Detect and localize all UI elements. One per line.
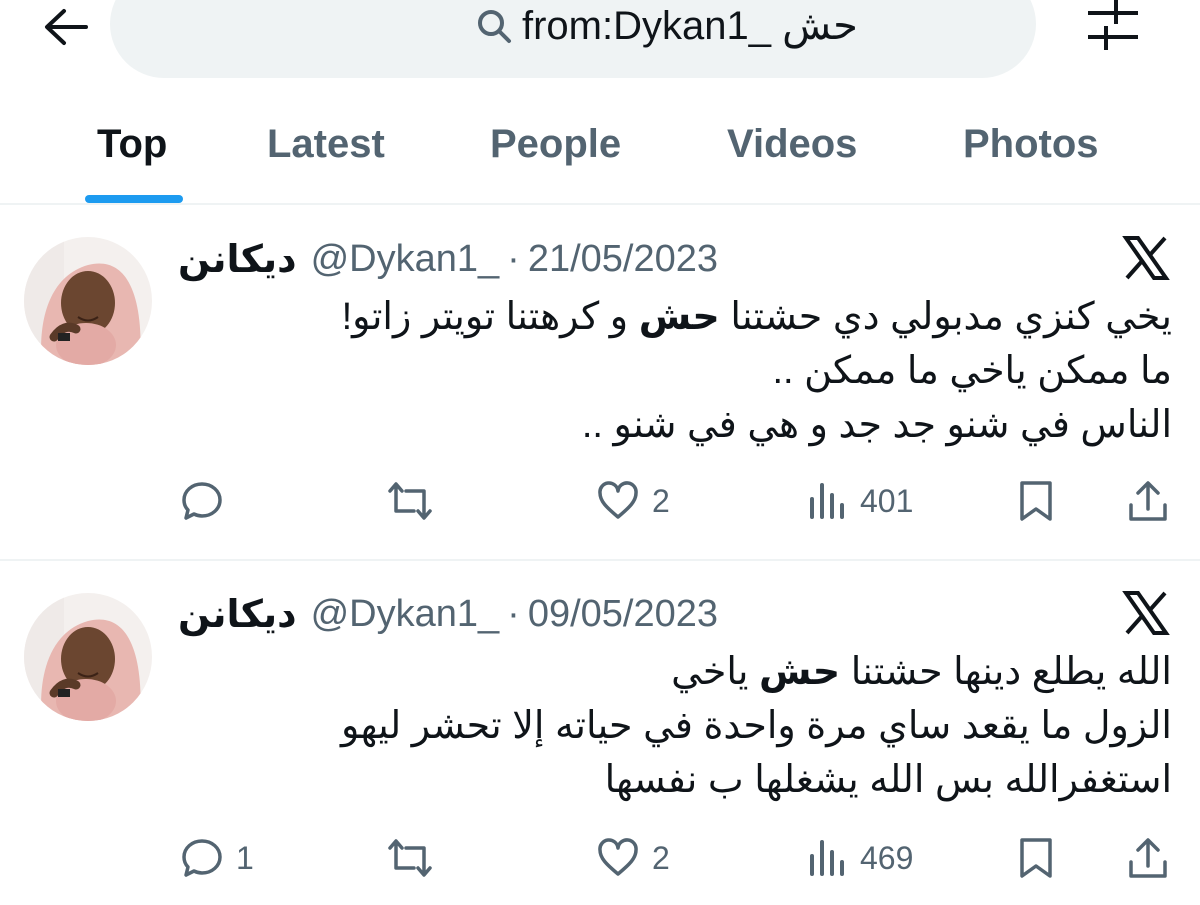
sliders-icon [1084,0,1142,50]
tweet-date[interactable]: 21/05/2023 [528,238,718,281]
bookmark-button[interactable] [1016,833,1056,883]
like-count: 2 [652,482,670,519]
tweet-text-line: استغفرالله بس الله يشغلها ب نفسها [604,759,1172,801]
retweet-button[interactable] [386,476,446,526]
like-icon [596,836,640,880]
retweet-icon [386,479,434,523]
tab-photos[interactable]: Photos [963,122,1099,167]
views-button[interactable]: 469 [808,833,913,883]
share-button[interactable] [1126,833,1170,883]
search-filter-button[interactable] [1084,0,1142,50]
tweet-date[interactable]: 09/05/2023 [528,593,718,636]
views-count: 469 [860,839,914,876]
like-button[interactable]: 2 [596,476,670,526]
tweet-text-line: يخي كنزي مدبولي دي حشتنا حش و كرهتنا توي… [341,296,1172,338]
search-query-text[interactable]: from:Dykan1_ حش [522,3,858,49]
share-button[interactable] [1126,476,1170,526]
tweet-card[interactable]: ديكانن @Dykan1_ · 09/05/2023 الله يطلع د… [0,561,1200,905]
like-count: 2 [652,839,670,876]
reply-icon [180,479,224,523]
search-tabs: Top Latest People Videos Photos [0,100,1200,204]
reply-button[interactable]: 1 [180,833,254,883]
reply-button[interactable] [180,476,236,526]
tweet-text: الله يطلع دينها حشتنا حش ياخي الزول ما ي… [172,645,1172,807]
retweet-button[interactable] [386,833,446,883]
active-tab-indicator [85,195,183,203]
avatar[interactable] [24,593,152,721]
tab-latest[interactable]: Latest [267,122,385,167]
display-name[interactable]: ديكانن [178,237,297,282]
tweet-header: ديكانن @Dykan1_ · 09/05/2023 [178,589,718,639]
user-handle[interactable]: @Dykan1_ [311,238,500,281]
search-icon [476,6,516,46]
x-logo-icon[interactable] [1122,589,1170,637]
tweet-header: ديكانن @Dykan1_ · 21/05/2023 [178,234,718,284]
user-handle[interactable]: @Dykan1_ [311,593,500,636]
bookmark-icon [1016,836,1056,880]
tweet-actions: 1 2 469 [0,833,1200,883]
search-bar[interactable]: from:Dykan1_ حش [110,0,1036,78]
like-button[interactable]: 2 [596,833,670,883]
back-button[interactable] [38,2,94,52]
views-button[interactable]: 401 [808,476,913,526]
share-icon [1126,479,1170,523]
arrow-left-icon [42,7,90,47]
tab-top[interactable]: Top [97,122,167,167]
views-count: 401 [860,482,914,519]
separator-dot: · [507,237,520,280]
reply-icon [180,836,224,880]
share-icon [1126,836,1170,880]
tweet-text-line: الزول ما يقعد ساي مرة واحدة في حياته إلا… [340,705,1172,747]
bookmark-button[interactable] [1016,476,1056,526]
separator-dot: · [507,592,520,635]
views-icon [808,836,848,880]
views-icon [808,479,848,523]
like-icon [596,479,640,523]
tweet-text-line: ما ممكن ياخي ما ممكن .. [772,350,1172,392]
tab-videos[interactable]: Videos [727,122,857,167]
reply-count: 1 [236,839,254,876]
tweet-text: يخي كنزي مدبولي دي حشتنا حش و كرهتنا توي… [172,290,1172,452]
tweet-text-line: الله يطلع دينها حشتنا حش ياخي [671,651,1172,693]
tweet-text-line: الناس في شنو جد جد و هي في شنو .. [581,404,1172,446]
avatar[interactable] [24,237,152,365]
x-logo-icon[interactable] [1122,234,1170,282]
tweet-card[interactable]: ديكانن @Dykan1_ · 21/05/2023 يخي كنزي مد… [0,206,1200,560]
tab-people[interactable]: People [490,122,621,167]
tweet-actions: 2 401 [0,476,1200,526]
tabs-divider [0,203,1200,205]
bookmark-icon [1016,479,1056,523]
display-name[interactable]: ديكانن [178,592,297,637]
retweet-icon [386,836,434,880]
